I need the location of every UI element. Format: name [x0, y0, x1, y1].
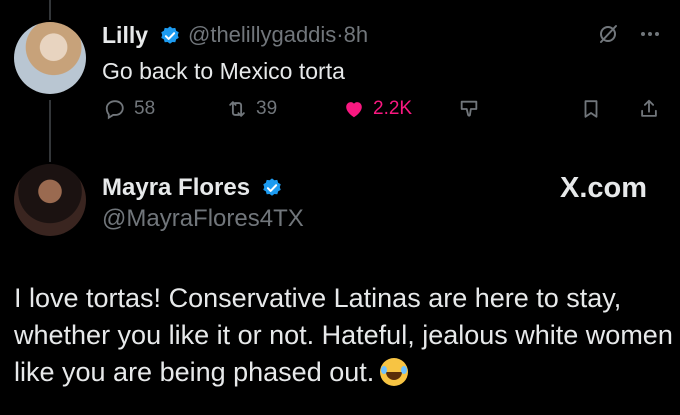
- author-name[interactable]: Lilly: [102, 22, 148, 49]
- thread-line-connector: [49, 100, 51, 162]
- downvote-icon: [460, 100, 478, 117]
- tweet-text: I love tortas! Conservative Latinas are …: [14, 283, 673, 387]
- tweet-body: I love tortas! Conservative Latinas are …: [14, 280, 674, 391]
- reply-count: 58: [134, 98, 156, 119]
- reply-button[interactable]: 58: [104, 98, 155, 120]
- share-button[interactable]: [638, 98, 660, 120]
- reply-icon: [105, 100, 124, 120]
- author-handle[interactable]: @MayraFlores4TX: [102, 205, 304, 233]
- thread-line-top: [49, 0, 51, 20]
- avatar[interactable]: [14, 164, 86, 236]
- like-button[interactable]: 2.2K: [343, 98, 412, 120]
- like-count: 2.2K: [373, 98, 413, 119]
- source-label: X.com: [560, 172, 648, 204]
- handle-text: @thelillygaddis: [188, 22, 337, 47]
- repost-icon: [229, 101, 245, 117]
- bookmark-button[interactable]: [580, 98, 602, 120]
- bookmark-icon: [584, 100, 598, 118]
- author-handle[interactable]: @thelillygaddis·8h: [188, 22, 368, 48]
- repost-count: 39: [256, 98, 278, 119]
- grok-icon[interactable]: [596, 22, 620, 46]
- avatar[interactable]: [14, 22, 86, 94]
- dislike-button[interactable]: [458, 98, 480, 120]
- repost-button[interactable]: 39: [226, 98, 277, 120]
- author-name[interactable]: Mayra Flores: [102, 174, 250, 202]
- laughing-emoji-icon: [380, 358, 409, 386]
- verified-badge-icon: [161, 26, 179, 44]
- share-icon: [641, 99, 657, 117]
- timestamp[interactable]: 8h: [344, 22, 368, 47]
- more-options-icon[interactable]: [638, 22, 662, 46]
- verified-badge-icon: [263, 178, 281, 196]
- tweet-text: Go back to Mexico torta: [102, 58, 345, 84]
- separator: ·: [336, 22, 344, 47]
- heart-icon: [346, 102, 362, 118]
